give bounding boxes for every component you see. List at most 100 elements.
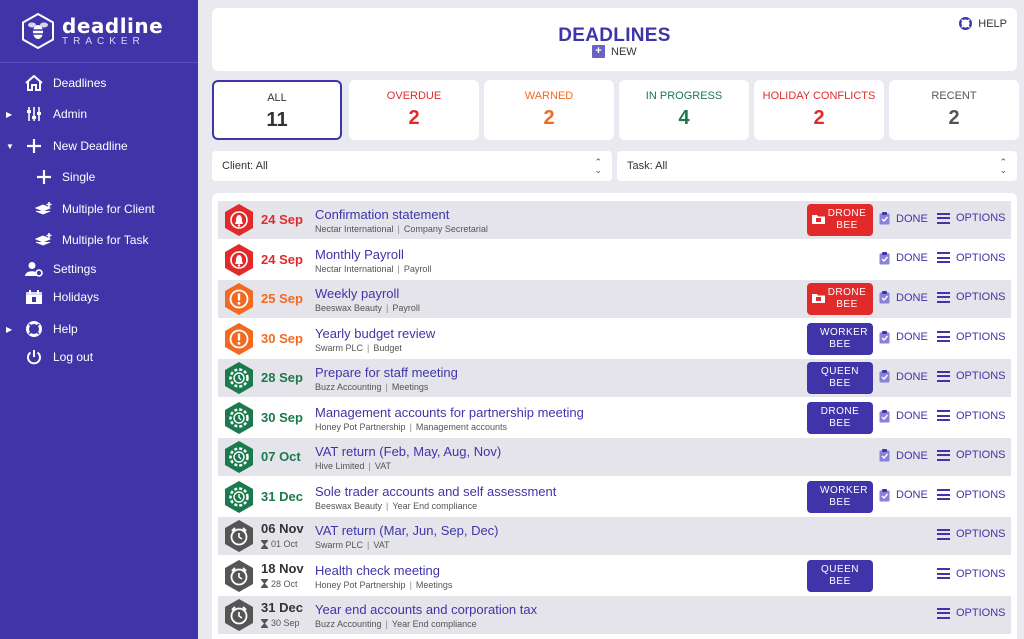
- done-button[interactable]: DONE: [879, 370, 928, 383]
- client-filter-select[interactable]: Client: All ⌃ ⌄: [212, 151, 612, 181]
- caret-right-icon[interactable]: ▶: [6, 325, 14, 334]
- options-label: OPTIONS: [956, 330, 1006, 343]
- assignee-bee-badge[interactable]: WORKER BEE: [807, 322, 873, 355]
- chevron-up-down-icon: ⌃ ⌄: [999, 157, 1007, 175]
- table-row[interactable]: 06 Nov 01 Oct VAT return (Mar, Jun, Sep, D…: [218, 517, 1011, 555]
- layers-add-icon: [34, 230, 54, 250]
- table-row[interactable]: 30 Sep Management accounts for partnershi…: [218, 399, 1011, 437]
- table-row[interactable]: 31 Dec Sole trader accounts and self asse…: [218, 478, 1011, 516]
- options-button[interactable]: OPTIONS: [937, 607, 1006, 619]
- options-label: OPTIONS: [956, 528, 1006, 540]
- table-row[interactable]: 24 Sep Monthly Payroll Nectar Internationa…: [218, 241, 1011, 279]
- clock-icon: [225, 599, 253, 631]
- sidebar-item-deadlines[interactable]: Deadlines: [0, 69, 198, 97]
- options-button[interactable]: OPTIONS: [937, 528, 1006, 540]
- sidebar-item-multiple-for-task[interactable]: Multiple for Task: [0, 226, 198, 254]
- table-row[interactable]: 07 Oct VAT return (Feb, May, Aug, Nov) Hiv…: [218, 438, 1011, 476]
- done-button[interactable]: DONE: [879, 330, 928, 344]
- warning-date-value: 01 Oct: [271, 539, 298, 549]
- done-label: DONE: [896, 449, 928, 462]
- table-row[interactable]: 28 Sep Prepare for staff meeting Buzz Acco…: [218, 359, 1011, 397]
- sidebar-item-label: Log out: [53, 350, 94, 364]
- options-button[interactable]: OPTIONS: [937, 568, 1006, 580]
- deadline-title-link[interactable]: Yearly budget review: [315, 326, 435, 341]
- done-button[interactable]: DONE: [879, 251, 928, 265]
- deadline-title-link[interactable]: VAT return (Mar, Jun, Sep, Dec): [315, 523, 499, 538]
- sidebar-item-new-deadline[interactable]: ▼ New Deadline: [0, 132, 198, 160]
- assignee-bee-badge[interactable]: QUEEN BEE: [807, 362, 873, 394]
- warning-date: 30 Sep: [261, 618, 300, 628]
- done-button[interactable]: DONE: [879, 291, 928, 304]
- options-button[interactable]: OPTIONS: [937, 331, 1006, 343]
- options-label: OPTIONS: [956, 212, 1006, 224]
- due-date: 31 Dec: [261, 488, 303, 504]
- options-label: OPTIONS: [956, 449, 1006, 461]
- help-button[interactable]: HELP: [959, 17, 1007, 30]
- deadline-title-link[interactable]: Management accounts for partnership meet…: [315, 405, 584, 420]
- in-progress-clock-icon: [225, 480, 253, 513]
- options-button[interactable]: OPTIONS: [937, 252, 1006, 264]
- sidebar-item-multiple-for-client[interactable]: Multiple for Client: [0, 195, 198, 223]
- deadline-title-link[interactable]: Health check meeting: [315, 563, 440, 578]
- menu-icon: [937, 489, 950, 500]
- options-button[interactable]: OPTIONS: [937, 489, 1006, 501]
- stat-in-progress[interactable]: IN PROGRESS 4: [619, 80, 749, 140]
- stat-all[interactable]: ALL 11: [212, 80, 342, 140]
- deadline-title-link[interactable]: Monthly Payroll: [315, 247, 404, 262]
- stat-recent[interactable]: RECENT 2: [889, 80, 1019, 140]
- done-button[interactable]: DONE: [879, 212, 928, 225]
- done-label: DONE: [896, 331, 928, 343]
- deadline-title-link[interactable]: Prepare for staff meeting: [315, 365, 458, 380]
- assignee-bee-badge[interactable]: QUEEN BEE: [807, 559, 873, 592]
- options-button[interactable]: OPTIONS: [937, 449, 1006, 461]
- menu-icon: [937, 370, 950, 382]
- deadline-title-link[interactable]: VAT return (Feb, May, Aug, Nov): [315, 444, 501, 459]
- client-name: Honey Pot Partnership: [315, 421, 406, 432]
- sidebar-item-log-out[interactable]: Log out: [0, 343, 198, 371]
- stat-warned[interactable]: WARNED 2: [484, 80, 614, 140]
- clipboard-check-icon: [879, 488, 890, 501]
- table-row[interactable]: 31 Dec 30 Sep Year end accounts and corpor…: [218, 596, 1011, 634]
- deadline-title-link[interactable]: Confirmation statement: [315, 207, 449, 222]
- separator: |: [367, 342, 370, 353]
- due-date: 31 Dec: [261, 600, 303, 615]
- caret-right-icon[interactable]: ▶: [6, 110, 14, 119]
- done-label: DONE: [896, 489, 928, 501]
- sidebar-item-settings[interactable]: Settings: [0, 255, 198, 283]
- assignee-bee-badge[interactable]: WORKER BEE: [807, 480, 873, 513]
- assignee-bee-badge[interactable]: DRONE BEE: [807, 401, 873, 434]
- done-button[interactable]: DONE: [879, 409, 928, 423]
- sidebar-item-help[interactable]: ▶ Help: [0, 315, 198, 343]
- caret-down-icon[interactable]: ▼: [6, 142, 14, 151]
- done-button[interactable]: DONE: [879, 488, 928, 502]
- stat-overdue[interactable]: OVERDUE 2: [349, 80, 479, 140]
- table-row[interactable]: 18 Nov 28 Oct Health check meeting Honey Po…: [218, 557, 1011, 595]
- deadline-title-link[interactable]: Year end accounts and corporation tax: [315, 602, 537, 617]
- table-row[interactable]: 24 Sep Confirmation statement Nectar Inter…: [218, 201, 1011, 239]
- menu-icon: [937, 449, 950, 461]
- sidebar-item-holidays[interactable]: Holidays: [0, 283, 198, 311]
- app-logo[interactable]: deadline TRACKER: [22, 10, 192, 52]
- options-button[interactable]: OPTIONS: [937, 410, 1006, 422]
- sidebar-item-admin[interactable]: ▶ Admin: [0, 100, 198, 128]
- done-label: DONE: [896, 252, 928, 264]
- options-button[interactable]: OPTIONS: [937, 370, 1006, 382]
- options-button[interactable]: OPTIONS: [937, 212, 1006, 224]
- table-row[interactable]: 30 Sep Yearly budget review Swarm PLC | Budg…: [218, 320, 1011, 358]
- page-header: DEADLINES + NEW HELP: [212, 8, 1017, 71]
- assignee-bee-badge[interactable]: DRONE BEE: [807, 283, 873, 315]
- task-filter-select[interactable]: Task: All ⌃ ⌄: [617, 151, 1017, 181]
- task-name: Company Secretarial: [403, 224, 488, 234]
- sidebar-item-single[interactable]: Single: [0, 163, 198, 191]
- table-row[interactable]: 25 Sep Weekly payroll Beeswax Beauty | Payro…: [218, 280, 1011, 318]
- options-button[interactable]: OPTIONS: [937, 291, 1006, 303]
- stat-holiday-conflicts[interactable]: HOLIDAY CONFLICTS 2: [754, 80, 884, 140]
- done-label: DONE: [896, 291, 928, 304]
- deadline-title-link[interactable]: Weekly payroll: [315, 286, 399, 301]
- deadline-title-link[interactable]: Sole trader accounts and self assessment: [315, 484, 556, 499]
- done-button[interactable]: DONE: [879, 449, 928, 462]
- assignee-bee-badge[interactable]: DRONE BEE: [807, 204, 873, 236]
- new-deadline-button[interactable]: + NEW: [592, 45, 637, 58]
- sidebar-item-label: Single: [62, 170, 96, 184]
- deadline-meta: Hive Limited | VAT: [315, 461, 391, 471]
